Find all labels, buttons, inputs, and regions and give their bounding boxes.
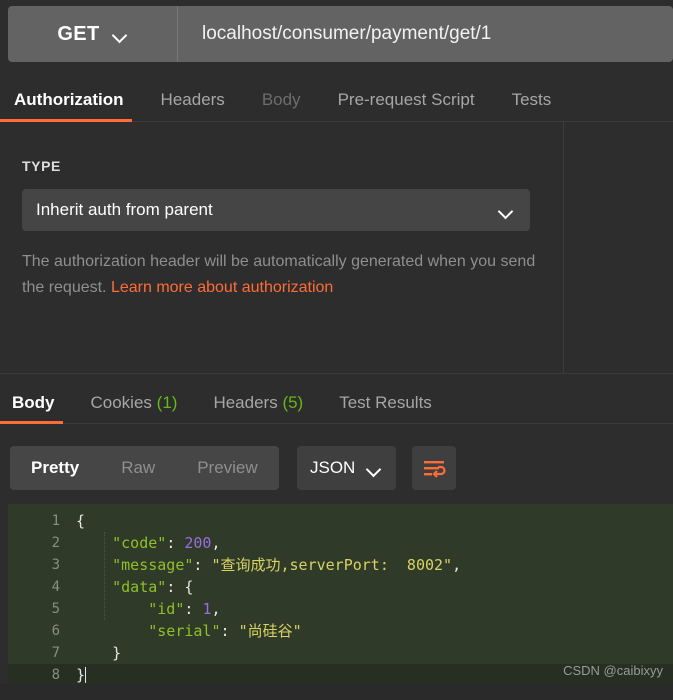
response-view-mode-group: Pretty Raw Preview	[10, 446, 279, 490]
line-number: 5	[51, 601, 60, 617]
line-number: 2	[51, 535, 60, 551]
http-method-selector[interactable]: GET	[8, 6, 178, 62]
tab-authorization[interactable]: Authorization	[0, 90, 132, 122]
tab-body[interactable]: Body	[262, 90, 301, 121]
code-line: {	[76, 512, 86, 530]
tab-tests-label: Tests	[511, 90, 552, 109]
response-tab-cookies-label: Cookies	[90, 393, 152, 412]
tab-headers-label: Headers	[160, 90, 225, 109]
line-number: 3	[51, 557, 60, 573]
tab-tests[interactable]: Tests	[512, 90, 552, 121]
word-wrap-icon	[423, 461, 446, 478]
chevron-down-icon	[113, 30, 128, 39]
tab-headers[interactable]: Headers	[161, 90, 225, 121]
request-url-input[interactable]: localhost/consumer/payment/get/1	[178, 6, 673, 62]
code-line: }	[112, 644, 122, 662]
code-line: "serial": "尚硅谷"	[148, 622, 302, 640]
chevron-down-icon	[367, 464, 382, 473]
response-tab-test-results-label: Test Results	[339, 393, 432, 412]
view-mode-pretty[interactable]: Pretty	[10, 446, 100, 490]
auth-learn-more-link[interactable]: Learn more about authorization	[111, 279, 333, 296]
line-number: 8	[8, 664, 66, 686]
line-number[interactable]: 4	[8, 576, 66, 598]
response-tab-headers-label: Headers	[213, 393, 278, 412]
view-mode-preview[interactable]: Preview	[176, 446, 278, 490]
tab-pre-request-script-label: Pre-request Script	[337, 90, 475, 109]
cookies-count-badge: (1)	[156, 393, 178, 412]
response-tab-cookies[interactable]: Cookies (1)	[91, 393, 178, 423]
line-number: 7	[51, 645, 60, 661]
editor-code-area[interactable]: { "code": 200, "message": "查询成功,serverPo…	[66, 504, 673, 700]
auth-description: The authorization header will be automat…	[22, 249, 537, 301]
response-tab-body-label: Body	[12, 393, 55, 412]
response-body-editor[interactable]: 1 2 3 4 5 6 7 8 { "code": 200, "message"…	[8, 504, 673, 700]
auth-type-label: TYPE	[22, 158, 61, 174]
indent-guide	[104, 532, 105, 620]
tab-pre-request-script[interactable]: Pre-request Script	[338, 90, 475, 121]
request-url-bar: GET localhost/consumer/payment/get/1	[8, 6, 673, 62]
response-tab-headers[interactable]: Headers (5)	[213, 393, 303, 423]
request-tab-bar: Authorization Headers Body Pre-request S…	[0, 70, 673, 122]
auth-type-select[interactable]: Inherit auth from parent	[22, 189, 530, 231]
code-line: "data": {	[112, 578, 194, 596]
response-tab-body[interactable]: Body	[0, 393, 62, 424]
code-line: "id": 1,	[148, 600, 221, 618]
text-caret	[85, 667, 87, 683]
code-line: "code": 200,	[112, 534, 221, 552]
http-method-label: GET	[57, 22, 100, 45]
line-number: 6	[51, 623, 60, 639]
chevron-down-icon	[499, 206, 514, 215]
auth-type-value: Inherit auth from parent	[36, 200, 213, 219]
authorization-panel: TYPE Inherit auth from parent The author…	[0, 122, 564, 374]
editor-bottom-bar	[0, 684, 673, 700]
word-wrap-button[interactable]	[411, 446, 456, 490]
code-lines: { "code": 200, "message": "查询成功,serverPo…	[66, 510, 673, 686]
request-url-value: localhost/consumer/payment/get/1	[202, 23, 492, 44]
response-tab-bar: Body Cookies (1) Headers (5) Test Result…	[0, 378, 673, 424]
headers-count-badge: (5)	[282, 393, 304, 412]
tab-body-label: Body	[261, 90, 301, 109]
line-number[interactable]: 1	[8, 510, 66, 532]
response-format-selector[interactable]: JSON	[296, 446, 396, 490]
tab-authorization-label: Authorization	[14, 90, 124, 109]
authorization-side-panel	[564, 122, 673, 374]
view-mode-raw[interactable]: Raw	[100, 446, 176, 490]
response-tab-test-results[interactable]: Test Results	[339, 393, 432, 423]
code-line: "message": "查询成功,serverPort: 8002",	[112, 556, 462, 574]
response-view-toolbar: Pretty Raw Preview JSON	[0, 432, 673, 504]
editor-gutter: 1 2 3 4 5 6 7 8	[8, 504, 66, 700]
code-line: }	[66, 664, 673, 686]
response-format-value: JSON	[310, 458, 356, 477]
